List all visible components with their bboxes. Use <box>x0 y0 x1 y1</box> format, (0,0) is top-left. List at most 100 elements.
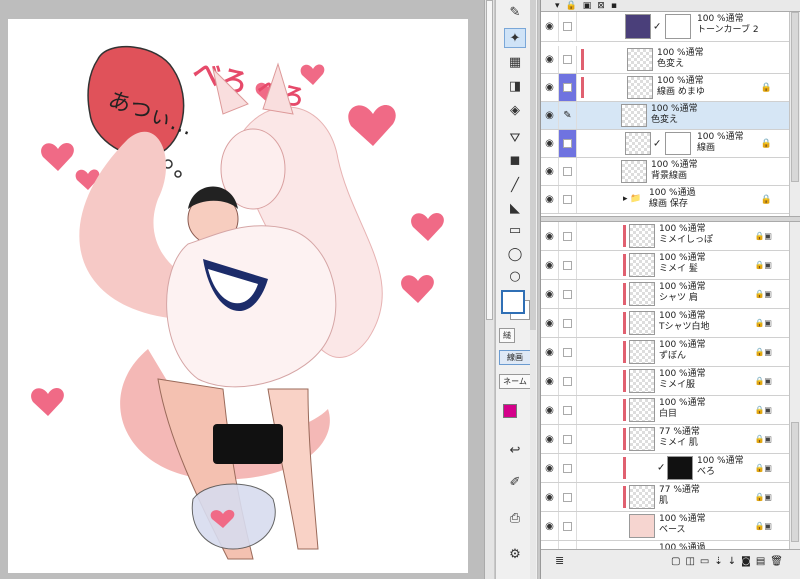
layer-row[interactable]: ◉ 100 %通常 白目 🔒▣ <box>541 396 790 425</box>
checkbox[interactable] <box>563 318 572 328</box>
gear-icon[interactable]: ⚙ <box>504 544 526 564</box>
edit-toggle[interactable] <box>559 130 577 157</box>
lock-alpha-icon[interactable]: 🔒▣ <box>754 319 772 328</box>
export-icon[interactable]: ⎙ <box>504 508 526 528</box>
edit-toggle[interactable] <box>559 541 577 549</box>
edit-toggle[interactable] <box>559 12 577 41</box>
merge-icon[interactable]: ⇣ <box>714 556 722 567</box>
edit-toggle[interactable] <box>559 512 577 540</box>
lock-alpha-icon[interactable]: 🔒▣ <box>754 290 772 299</box>
new-layer-icon[interactable]: ▢ <box>671 556 680 567</box>
tab-name[interactable]: ネーム <box>499 374 531 389</box>
undo-icon[interactable]: ↩ <box>504 440 526 460</box>
layer-row[interactable]: ◉ 100 %通常 ミメイ 髪 🔒▣ <box>541 251 790 280</box>
lock-alpha-icon[interactable]: 🔒▣ <box>754 464 772 473</box>
edit-toggle[interactable] <box>559 46 577 73</box>
speech-tool-icon[interactable]: ◯ <box>504 244 526 264</box>
layer-row[interactable]: ◉ 77 %通常 ミメイ 肌 🔒▣ <box>541 425 790 454</box>
ruler-link-icon[interactable]: ⊠ <box>597 1 605 11</box>
edit-toggle[interactable] <box>559 251 577 279</box>
layer-row[interactable]: ◉ 100 %通常 ミメイ服 🔒▣ <box>541 367 790 396</box>
lock-alpha-icon[interactable]: 🔒▣ <box>754 406 772 415</box>
mask-icon[interactable]: ▣ <box>583 1 592 11</box>
eye-icon[interactable]: ◉ <box>541 186 559 213</box>
scroll-thumb[interactable] <box>791 422 799 542</box>
layer-row[interactable]: ◉ 100 %通常 ベース 🔒▣ <box>541 512 790 541</box>
lock-alpha-icon[interactable]: 🔒▣ <box>754 522 772 531</box>
layer-scrollbar-top[interactable] <box>789 12 800 216</box>
lock-icon[interactable]: 🔒 <box>761 139 772 149</box>
edit-toggle[interactable] <box>559 222 577 250</box>
eye-icon[interactable]: ◉ <box>541 367 559 395</box>
scroll-thumb[interactable] <box>486 0 493 320</box>
lock-alpha-icon[interactable]: 🔒▣ <box>754 493 772 502</box>
layer-row[interactable]: ◉ 100 %通常 シャツ 肩 🔒▣ <box>541 280 790 309</box>
canvas-scrollbar[interactable] <box>484 0 494 579</box>
eye-icon[interactable]: ◉ <box>541 309 559 337</box>
fill-tool-icon[interactable]: ◨ <box>504 76 526 96</box>
frame-tool-icon[interactable]: ▭ <box>504 220 526 240</box>
layer-row[interactable]: ◉ 100 %通常 ずぼん 🔒▣ <box>541 338 790 367</box>
eye-icon[interactable]: ◉ <box>541 541 559 549</box>
edit-toggle[interactable] <box>559 454 577 482</box>
layer-row[interactable]: ◉ 100 %通常 Tシャツ白地 🔒▣ <box>541 309 790 338</box>
layer-row[interactable]: ◉ ✓ 100 %通常 べろ 🔒▣ <box>541 454 790 483</box>
edit-toggle[interactable] <box>559 338 577 366</box>
eye-icon[interactable]: ◉ <box>541 102 559 129</box>
checkbox[interactable] <box>563 167 572 176</box>
eye-icon[interactable]: ◉ <box>541 396 559 424</box>
lock-alpha-icon[interactable]: 🔒▣ <box>754 377 772 386</box>
edit-toggle[interactable] <box>559 280 577 308</box>
edit-toggle[interactable] <box>559 186 577 213</box>
tab-small[interactable]: 縋 <box>499 328 515 343</box>
pen-icon[interactable]: ✎ <box>559 102 577 129</box>
eye-icon[interactable]: ◉ <box>541 130 559 157</box>
checkbox[interactable] <box>563 83 572 92</box>
edit-toggle[interactable] <box>559 483 577 511</box>
bucket-icon[interactable]: ⛛ <box>504 128 526 148</box>
layer-scrollbar-bottom[interactable] <box>789 222 800 549</box>
layer-row[interactable]: ◉ ✎ 100 %通常 色変え <box>541 102 790 130</box>
layer-row[interactable]: ◉ 100 %通常 色変え <box>541 46 790 74</box>
new-folder-icon[interactable]: ▭ <box>700 556 709 567</box>
move-down-icon[interactable]: ↓ <box>728 556 736 567</box>
layer-row[interactable]: ◉100 %通過 <box>541 541 790 549</box>
lock-icon[interactable]: 🔒 <box>761 195 772 205</box>
checkbox[interactable] <box>563 22 572 31</box>
eye-icon[interactable]: ◉ <box>541 251 559 279</box>
canvas-paper[interactable]: あつぃ… べろ べろ <box>8 19 468 573</box>
layer-row[interactable]: ◉ 100 %通常 線画 めまゆ 🔒 <box>541 74 790 102</box>
gradient-icon[interactable]: ◼ <box>504 150 526 170</box>
eye-icon[interactable]: ◉ <box>541 454 559 482</box>
lock-alpha-icon[interactable]: 🔒▣ <box>754 232 772 241</box>
magenta-swatch[interactable] <box>503 404 517 418</box>
scroll-thumb[interactable] <box>530 0 536 330</box>
checkbox[interactable] <box>563 492 572 502</box>
eye-icon[interactable]: ◉ <box>541 338 559 366</box>
ruler-tool-icon[interactable]: ◣ <box>504 198 526 218</box>
checkbox[interactable] <box>563 405 572 415</box>
mask-add-icon[interactable]: ◙ <box>741 556 751 567</box>
lock-icon[interactable]: 🔒 <box>566 1 577 11</box>
edit-toggle[interactable] <box>559 396 577 424</box>
edit-toggle[interactable] <box>559 158 577 185</box>
eyedropper-icon[interactable]: ✎ <box>504 2 526 22</box>
eye-icon[interactable]: ◉ <box>541 222 559 250</box>
tab-line-art[interactable]: 線画 <box>499 350 531 365</box>
tool-scrollbar[interactable] <box>530 0 536 579</box>
checkbox[interactable] <box>563 55 572 64</box>
new-vector-icon[interactable]: ◫ <box>685 556 694 567</box>
checkbox[interactable] <box>563 195 572 204</box>
checkbox[interactable] <box>563 521 572 531</box>
eye-icon[interactable]: ◉ <box>541 512 559 540</box>
layer-menu-icon[interactable]: ▾ <box>555 1 560 11</box>
checkbox[interactable] <box>563 376 572 386</box>
eye-icon[interactable]: ◉ <box>541 158 559 185</box>
scroll-thumb[interactable] <box>791 12 799 182</box>
lock-alpha-icon[interactable]: 🔒▣ <box>754 261 772 270</box>
cube-tool-icon[interactable]: ◈ <box>504 100 526 120</box>
eye-icon[interactable]: ◉ <box>541 12 559 41</box>
eye-icon[interactable]: ◉ <box>541 483 559 511</box>
layer-row[interactable]: ◉ 77 %通常肌 🔒▣ <box>541 483 790 512</box>
checkbox[interactable] <box>563 347 572 357</box>
